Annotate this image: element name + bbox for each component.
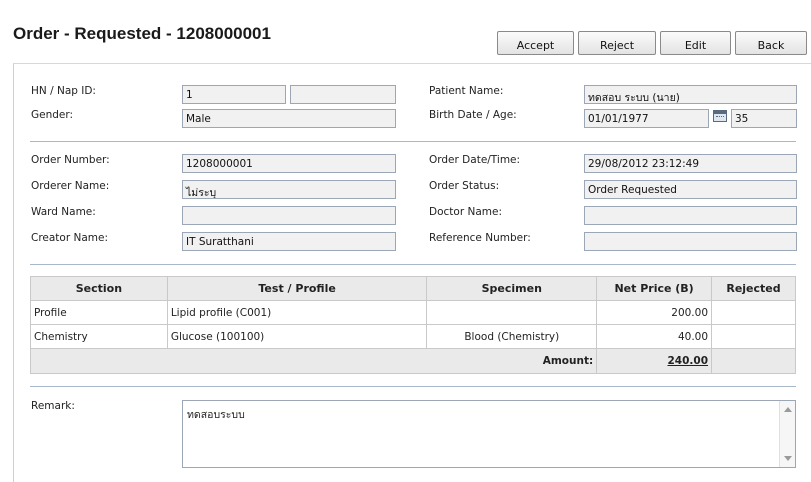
patient-name-label: Patient Name: [429,85,504,97]
order-items-table: Section Test / Profile Specimen Net Pric… [29,276,796,374]
column-header-section: Section [30,276,168,301]
creator-name-label: Creator Name: [31,232,109,244]
scroll-down-icon[interactable] [784,456,792,461]
order-number-label: Order Number: [31,154,110,166]
column-header-specimen: Specimen [426,276,598,301]
table-row[interactable]: Chemistry Glucose (100100) Blood (Chemis… [30,324,796,349]
cell-section: Chemistry [30,324,168,349]
hn-field[interactable]: 1 [182,85,286,104]
order-number-field[interactable]: 1208000001 [182,154,396,173]
reference-number-label: Reference Number: [429,232,531,244]
order-datetime-label: Order Date/Time: [429,154,521,166]
amount-label: Amount: [29,348,598,374]
column-header-rejected: Rejected [711,276,796,301]
birth-date-field[interactable]: 01/01/1977 [584,109,709,128]
accept-button[interactable]: Accept [497,31,574,55]
birth-date-label: Birth Date / Age: [429,109,517,121]
cell-section: Profile [30,300,168,325]
ward-name-label: Ward Name: [31,206,96,218]
section-divider [30,264,796,265]
page-title: Order - Requested - 1208000001 [13,24,271,43]
patient-name-field[interactable]: ทดสอบ ระบบ (นาย) [584,85,797,104]
order-datetime-field[interactable]: 29/08/2012 23:12:49 [584,154,797,173]
scroll-up-icon[interactable] [784,407,792,412]
creator-name-field[interactable]: IT Suratthani [182,232,396,251]
cell-net-price: 40.00 [596,324,713,349]
remark-scrollbar[interactable] [779,401,795,467]
amount-value: 240.00 [596,348,713,374]
ward-name-field[interactable] [182,206,396,225]
calendar-icon[interactable] [713,110,727,122]
cell-test: Lipid profile (C001) [166,300,428,325]
column-header-net-price: Net Price (B) [596,276,713,301]
back-button[interactable]: Back [735,31,807,55]
cell-specimen: Blood (Chemistry) [426,324,598,349]
reference-number-field[interactable] [584,232,797,251]
table-header-row: Section Test / Profile Specimen Net Pric… [30,276,796,301]
hn-label: HN / Nap ID: [31,85,96,97]
gender-field[interactable]: Male [182,109,396,128]
remark-textarea[interactable]: ทดสอบระบบ [182,400,796,468]
cell-rejected [711,324,796,349]
remark-label: Remark: [31,400,75,412]
gender-label: Gender: [31,109,74,121]
cell-rejected [711,300,796,325]
section-divider [30,386,796,387]
section-divider [30,141,796,142]
orderer-name-field[interactable]: ไม่ระบุ [182,180,396,199]
amount-empty-cell [711,348,796,374]
doctor-name-label: Doctor Name: [429,206,502,218]
orderer-name-label: Orderer Name: [31,180,110,192]
cell-specimen [426,300,598,325]
cell-test: Glucose (100100) [166,324,428,349]
reject-button[interactable]: Reject [578,31,656,55]
remark-text: ทดสอบระบบ [187,409,245,421]
column-header-test: Test / Profile [166,276,428,301]
doctor-name-field[interactable] [584,206,797,225]
order-status-label: Order Status: [429,180,500,192]
amount-row: Amount: 240.00 [29,348,796,374]
nap-id-field[interactable] [290,85,396,104]
cell-net-price: 200.00 [596,300,713,325]
age-field[interactable]: 35 [731,109,797,128]
order-status-field[interactable]: Order Requested [584,180,797,199]
edit-button[interactable]: Edit [660,31,731,55]
table-row[interactable]: Profile Lipid profile (C001) 200.00 [30,300,796,325]
